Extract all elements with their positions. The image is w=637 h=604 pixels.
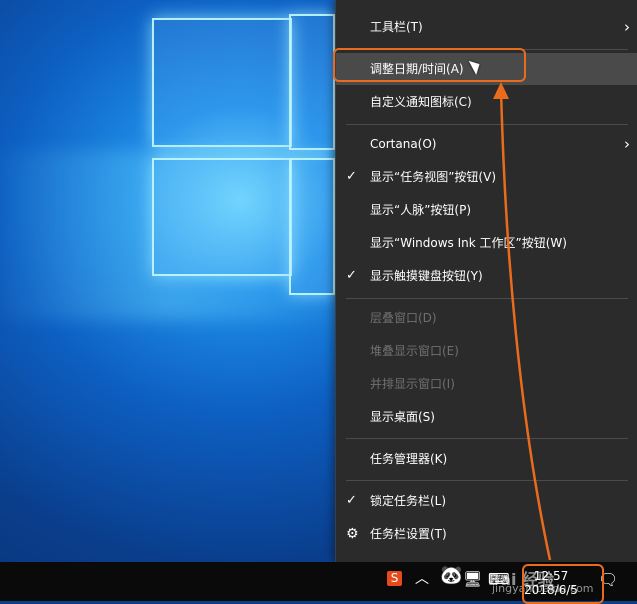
checkmark-icon: ✓ (346, 169, 357, 184)
checkmark-icon: ✓ (346, 493, 357, 508)
menu-item-label: 锁定任务栏(L) (370, 494, 447, 508)
menu-item-label: 工具栏(T) (370, 20, 423, 34)
annotation-highlight-box (522, 564, 604, 604)
wallpaper-window-pane (289, 14, 335, 150)
network-icon[interactable]: 🖥 (463, 571, 482, 587)
menu-item-lock-taskbar[interactable]: ✓ 锁定任务栏(L) (336, 485, 637, 517)
menu-separator (346, 438, 628, 439)
chevron-right-icon: › (624, 18, 630, 36)
wallpaper-window-pane (152, 18, 292, 147)
menu-item-taskbar-settings[interactable]: ⚙ 任务栏设置(T) (336, 518, 637, 550)
menu-item-side-by-side-windows: 并排显示窗口(I) (336, 368, 637, 400)
show-hidden-icons-icon[interactable]: ︿ (415, 571, 429, 587)
menu-item-label: 显示“人脉”按钮(P) (370, 203, 472, 217)
wallpaper-window-pane (289, 158, 335, 295)
menu-item-show-task-view-button[interactable]: ✓ 显示“任务视图”按钮(V) (336, 161, 637, 193)
menu-item-task-manager[interactable]: 任务管理器(K) (336, 443, 637, 475)
menu-item-toolbars[interactable]: 工具栏(T) › (336, 11, 637, 43)
wallpaper-window-pane (152, 158, 292, 276)
gear-icon: ⚙ (346, 526, 359, 542)
menu-item-label: 显示“任务视图”按钮(V) (370, 170, 497, 184)
menu-item-label: 显示桌面(S) (370, 410, 435, 424)
menu-item-label: 任务管理器(K) (370, 452, 448, 466)
panda-tray-icon[interactable]: 🐼 (440, 567, 462, 585)
menu-separator (346, 480, 628, 481)
taskbar-context-menu: 工具栏(T) › 调整日期/时间(A) 自定义通知图标(C) Cortana(O… (335, 0, 637, 562)
menu-item-label: 自定义通知图标(C) (370, 95, 472, 109)
menu-item-show-windows-ink-button[interactable]: 显示“Windows Ink 工作区”按钮(W) (336, 227, 637, 259)
menu-item-show-people-button[interactable]: 显示“人脉”按钮(P) (336, 194, 637, 226)
menu-item-show-desktop[interactable]: 显示桌面(S) (336, 401, 637, 433)
menu-item-label: Cortana(O) (370, 137, 437, 151)
sogou-input-icon[interactable]: S (387, 571, 402, 586)
menu-item-cascade-windows: 层叠窗口(D) (336, 302, 637, 334)
annotation-highlight-box (333, 48, 526, 82)
menu-separator (346, 124, 628, 125)
menu-item-label: 显示“Windows Ink 工作区”按钮(W) (370, 236, 567, 250)
menu-separator (346, 298, 628, 299)
menu-item-show-touch-keyboard-button[interactable]: ✓ 显示触摸键盘按钮(Y) (336, 260, 637, 292)
checkmark-icon: ✓ (346, 268, 357, 283)
menu-item-cortana[interactable]: Cortana(O) › (336, 128, 637, 160)
menu-item-stack-windows: 堆叠显示窗口(E) (336, 335, 637, 367)
menu-item-label: 并排显示窗口(I) (370, 377, 455, 391)
menu-item-label: 层叠窗口(D) (370, 311, 437, 325)
menu-item-customize-notification-icons[interactable]: 自定义通知图标(C) (336, 86, 637, 118)
menu-item-label: 任务栏设置(T) (370, 527, 447, 541)
menu-item-label: 显示触摸键盘按钮(Y) (370, 269, 483, 283)
chevron-right-icon: › (624, 135, 630, 153)
menu-item-label: 堆叠显示窗口(E) (370, 344, 459, 358)
